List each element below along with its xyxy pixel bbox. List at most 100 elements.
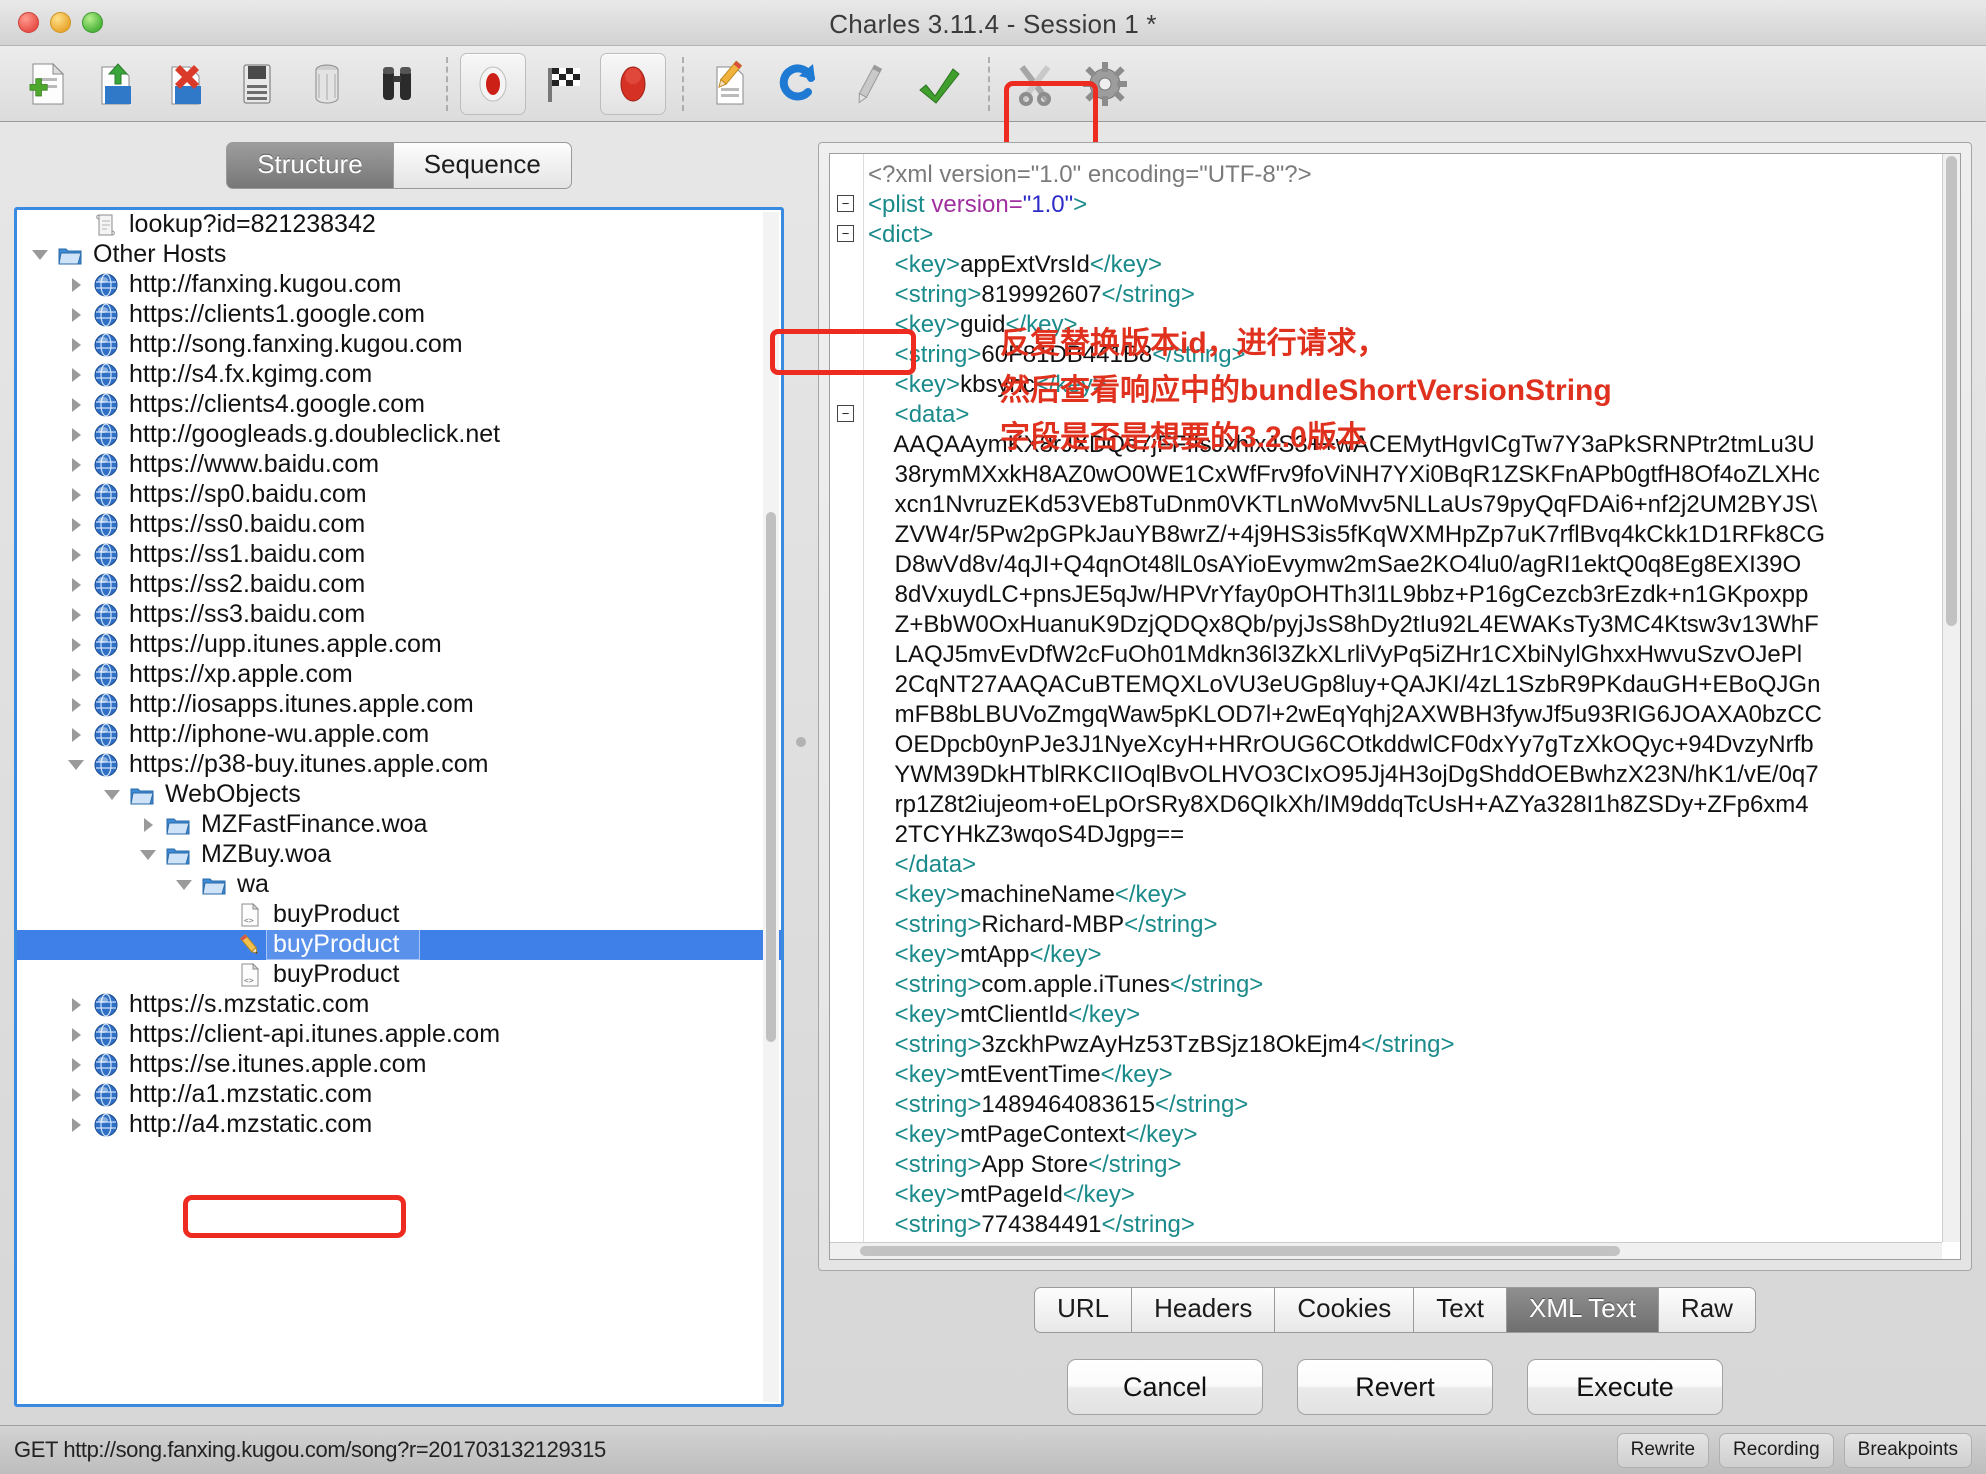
tree-row[interactable]: https://clients4.google.com — [17, 390, 781, 420]
chevron-right-icon[interactable] — [63, 667, 89, 682]
fold-toggle-icon[interactable]: − — [837, 195, 854, 212]
chevron-down-icon[interactable] — [99, 789, 125, 800]
tree-row[interactable]: https://www.baidu.com — [17, 450, 781, 480]
tab-structure[interactable]: Structure — [226, 142, 394, 189]
tree-row[interactable]: https://client-api.itunes.apple.com — [17, 1020, 781, 1050]
tree-row[interactable]: http://iphone-wu.apple.com — [17, 720, 781, 750]
fold-toggle-icon[interactable]: − — [837, 225, 854, 242]
editor-vertical-scrollbar[interactable] — [1942, 154, 1960, 1243]
clear-session-icon[interactable] — [294, 53, 360, 115]
format-tab-raw[interactable]: Raw — [1658, 1287, 1756, 1333]
editor-horizontal-scrollbar[interactable] — [830, 1242, 1942, 1260]
tree-row[interactable]: https://sp0.baidu.com — [17, 480, 781, 510]
chevron-right-icon[interactable] — [63, 607, 89, 622]
chevron-right-icon[interactable] — [63, 697, 89, 712]
tree-row[interactable]: https://ss2.baidu.com — [17, 570, 781, 600]
code-fold-gutter[interactable]: − − − — [830, 154, 864, 1260]
tree-row-selected[interactable]: buyProduct — [17, 929, 781, 961]
tree-row[interactable]: https://xp.apple.com — [17, 660, 781, 690]
format-tab-headers[interactable]: Headers — [1132, 1287, 1276, 1333]
tree-scroll-thumb[interactable] — [766, 511, 776, 1042]
tree-vertical-scrollbar[interactable] — [763, 211, 779, 1402]
chevron-right-icon[interactable] — [63, 517, 89, 532]
tree-row[interactable]: MZBuy.woa — [17, 840, 781, 870]
chevron-right-icon[interactable] — [63, 1057, 89, 1072]
tree-row[interactable]: https://ss0.baidu.com — [17, 510, 781, 540]
chevron-right-icon[interactable] — [135, 817, 161, 832]
chevron-right-icon[interactable] — [63, 397, 89, 412]
tree-row[interactable]: <> buyProduct — [17, 960, 781, 990]
chevron-right-icon[interactable] — [63, 367, 89, 382]
throttle-icon[interactable] — [530, 53, 596, 115]
chevron-right-icon[interactable] — [63, 997, 89, 1012]
validate-icon[interactable] — [906, 53, 972, 115]
tree-row[interactable]: https://s.mzstatic.com — [17, 990, 781, 1020]
tree-row[interactable]: http://a4.mzstatic.com — [17, 1110, 781, 1140]
chevron-right-icon[interactable] — [63, 577, 89, 592]
format-tab-text[interactable]: Text — [1414, 1287, 1507, 1333]
tree-row[interactable]: Other Hosts — [17, 240, 781, 270]
settings-icon[interactable] — [1072, 53, 1138, 115]
xml-code-content[interactable]: <?xml version="1.0" encoding="UTF-8"?> <p… — [868, 160, 1940, 1259]
cancel-button[interactable]: Cancel — [1067, 1359, 1263, 1415]
chevron-right-icon[interactable] — [63, 457, 89, 472]
status-rewrite-button[interactable]: Rewrite — [1616, 1432, 1710, 1468]
chevron-right-icon[interactable] — [63, 337, 89, 352]
tree-row[interactable]: <> buyProduct — [17, 900, 781, 930]
format-tab-cookies[interactable]: Cookies — [1275, 1287, 1415, 1333]
compose-icon[interactable] — [696, 53, 762, 115]
tree-row[interactable]: MZFastFinance.woa — [17, 810, 781, 840]
chevron-right-icon[interactable] — [63, 1027, 89, 1042]
new-session-icon[interactable] — [14, 53, 80, 115]
open-session-icon[interactable] — [84, 53, 150, 115]
pane-divider[interactable] — [784, 132, 818, 1425]
chevron-right-icon[interactable] — [63, 277, 89, 292]
format-tab-url[interactable]: URL — [1034, 1287, 1133, 1333]
tree-row[interactable]: http://googleads.g.doubleclick.net — [17, 420, 781, 450]
fold-toggle-icon[interactable]: − — [837, 405, 854, 422]
chevron-right-icon[interactable] — [63, 487, 89, 502]
editor-vscroll-thumb[interactable] — [1946, 156, 1957, 626]
tree-row[interactable]: https://upp.itunes.apple.com — [17, 630, 781, 660]
chevron-right-icon[interactable] — [63, 427, 89, 442]
find-icon[interactable] — [364, 53, 430, 115]
revert-button[interactable]: Revert — [1297, 1359, 1493, 1415]
session-tree[interactable]: lookup?id=821238342 Other Hosts http://fan… — [14, 206, 784, 1407]
tree-row[interactable]: http://fanxing.kugou.com — [17, 270, 781, 300]
chevron-down-icon[interactable] — [63, 759, 89, 770]
tree-row[interactable]: http://a1.mzstatic.com — [17, 1080, 781, 1110]
repeat-icon[interactable] — [766, 53, 832, 115]
tree-row[interactable]: https://ss1.baidu.com — [17, 540, 781, 570]
chevron-down-icon[interactable] — [171, 879, 197, 890]
breakpoint-edit-icon[interactable] — [836, 53, 902, 115]
execute-button[interactable]: Execute — [1527, 1359, 1723, 1415]
chevron-right-icon[interactable] — [63, 1087, 89, 1102]
tree-row[interactable]: WebObjects — [17, 780, 781, 810]
tree-row[interactable]: wa — [17, 870, 781, 900]
tree-row[interactable]: https://clients1.google.com — [17, 300, 781, 330]
tree-row[interactable]: https://p38-buy.itunes.apple.com — [17, 750, 781, 780]
chevron-down-icon[interactable] — [135, 849, 161, 860]
editor-hscroll-thumb[interactable] — [860, 1246, 1620, 1257]
chevron-right-icon[interactable] — [63, 1117, 89, 1132]
format-tab-xml-text[interactable]: XML Text — [1506, 1287, 1659, 1333]
tools-icon[interactable] — [1002, 53, 1068, 115]
tree-row[interactable]: https://ss3.baidu.com — [17, 600, 781, 630]
status-recording-button[interactable]: Recording — [1719, 1432, 1834, 1468]
status-breakpoints-button[interactable]: Breakpoints — [1843, 1432, 1972, 1468]
divider-knob[interactable] — [796, 737, 806, 747]
record-icon[interactable] — [460, 52, 526, 115]
chevron-right-icon[interactable] — [63, 637, 89, 652]
tree-row[interactable]: http://s4.fx.kgimg.com — [17, 360, 781, 390]
chevron-right-icon[interactable] — [63, 727, 89, 742]
close-session-icon[interactable] — [154, 53, 220, 115]
stop-icon[interactable] — [600, 52, 666, 115]
tree-row[interactable]: http://song.fanxing.kugou.com — [17, 330, 781, 360]
save-session-icon[interactable] — [224, 53, 290, 115]
tree-row[interactable]: http://iosapps.itunes.apple.com — [17, 690, 781, 720]
chevron-right-icon[interactable] — [63, 547, 89, 562]
tree-row[interactable]: lookup?id=821238342 — [17, 210, 781, 240]
chevron-down-icon[interactable] — [27, 249, 53, 260]
tab-sequence[interactable]: Sequence — [393, 142, 572, 189]
xml-editor[interactable]: − − − <?xml version="1.0" encoding="UTF-8"… — [829, 153, 1961, 1261]
